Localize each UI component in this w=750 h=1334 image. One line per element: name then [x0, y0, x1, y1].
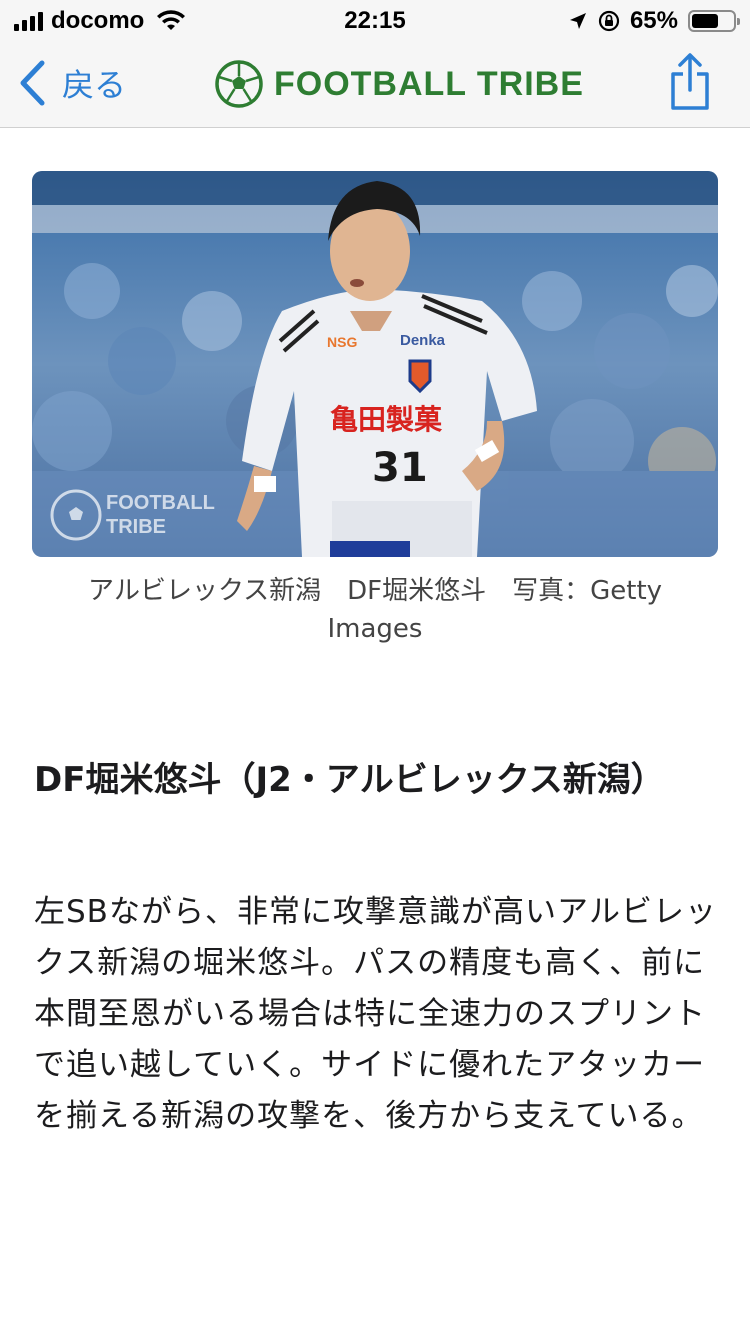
article-body: 左SBながら、非常に攻撃意識が高いアルビレックス新潟の堀米悠斗。パスの精度も高く…	[34, 894, 717, 1134]
battery-icon	[688, 10, 740, 32]
article-photo: NSG Denka 亀田製菓 31 FOOTBALL TRIBE	[32, 171, 718, 557]
site-logo: FOOTBALL TRIBE	[214, 58, 584, 110]
football-logo-icon	[215, 60, 263, 108]
logo-text: FOOTBALL TRIBE	[274, 64, 584, 103]
jersey-brand: Denka	[400, 332, 446, 349]
jersey-sponsor: 亀田製菓	[330, 403, 443, 436]
article-heading: DF堀米悠斗（J2・アルビレックス新潟）	[34, 760, 665, 800]
status-bar: docomo 22:15 65%	[0, 0, 750, 42]
watermark-line2: TRIBE	[106, 516, 166, 538]
back-label: 戻る	[62, 67, 127, 103]
battery-percent: 65%	[629, 7, 678, 34]
chevron-left-icon	[20, 60, 45, 106]
photo-caption: アルビレックス新潟 DF堀米悠斗 写真：Getty Images	[87, 576, 663, 644]
share-icon[interactable]	[666, 52, 714, 112]
battery-fill	[692, 14, 718, 28]
watermark-line1: FOOTBALL	[106, 492, 215, 514]
orientation-lock-icon	[598, 10, 620, 32]
navigation-bar: 戻る FOOTBALL TRIBE	[0, 42, 750, 128]
player-photo-illustration: NSG Denka 亀田製菓 31 FOOTBALL TRIBE	[32, 171, 718, 557]
back-button[interactable]: 戻る	[18, 58, 126, 108]
jersey-number: 31	[372, 445, 428, 491]
status-right: 65%	[568, 6, 740, 36]
jersey-nsg: NSG	[327, 334, 357, 350]
location-arrow-icon	[569, 13, 586, 29]
